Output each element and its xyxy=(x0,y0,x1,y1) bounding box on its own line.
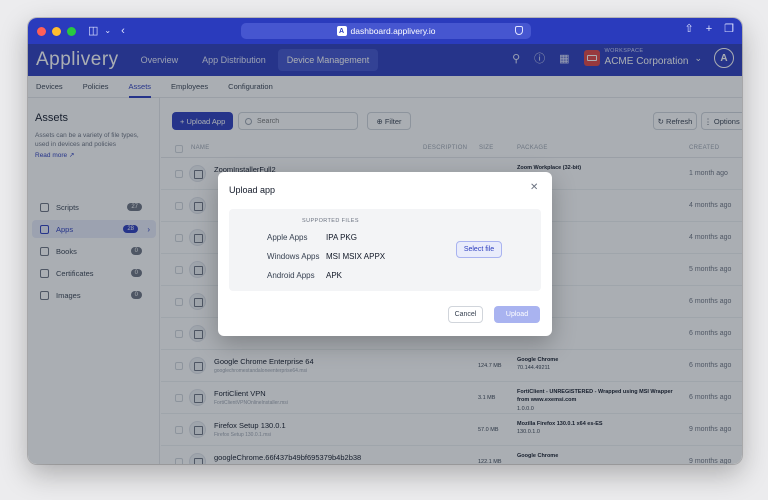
site-favicon-icon: A xyxy=(336,26,347,36)
platform-apple-types: IPA PKG xyxy=(326,233,357,242)
new-tab-icon[interactable]: + xyxy=(706,24,712,35)
supported-files-label: SUPPORTED FILES xyxy=(302,218,359,224)
upload-app-dialog: Upload app ✕ SUPPORTED FILES Apple Apps … xyxy=(218,172,552,336)
browser-window: ◫ ⌄ ‹ A dashboard.applivery.io ⇧ + ❐ App… xyxy=(28,18,742,464)
url-text: dashboard.applivery.io xyxy=(350,26,436,36)
minimize-window-button[interactable] xyxy=(52,26,61,36)
platform-windows-types: MSI MSIX APPX xyxy=(326,252,386,261)
dialog-title: Upload app xyxy=(229,185,276,195)
platform-android-label: Android Apps xyxy=(267,271,315,280)
share-icon[interactable]: ⇧ xyxy=(684,24,693,35)
tabs-icon[interactable]: ❐ xyxy=(724,24,734,35)
close-window-button[interactable] xyxy=(37,26,46,36)
browser-actions: ⇧ + ❐ xyxy=(684,24,734,35)
browser-chrome: ◫ ⌄ ‹ A dashboard.applivery.io ⇧ + ❐ xyxy=(28,18,742,44)
platform-apple-label: Apple Apps xyxy=(267,233,308,242)
chevron-down-icon[interactable]: ⌄ xyxy=(104,27,111,35)
zoom-window-button[interactable] xyxy=(67,26,76,36)
privacy-shield-icon[interactable] xyxy=(515,26,523,35)
back-icon[interactable]: ‹ xyxy=(121,25,125,37)
select-file-button[interactable]: Select file xyxy=(456,241,502,258)
window-controls xyxy=(37,26,76,36)
sidebar-toggle-icon[interactable]: ◫ xyxy=(88,25,98,37)
platform-windows-label: Windows Apps xyxy=(267,252,320,261)
cancel-button[interactable]: Cancel xyxy=(448,306,483,323)
upload-button[interactable]: Upload xyxy=(494,306,540,323)
platform-android-types: APK xyxy=(326,271,343,280)
address-bar[interactable]: A dashboard.applivery.io xyxy=(241,23,531,39)
supported-files-panel: SUPPORTED FILES Apple Apps IPA PKG Windo… xyxy=(229,209,541,291)
close-icon[interactable]: ✕ xyxy=(530,183,538,193)
